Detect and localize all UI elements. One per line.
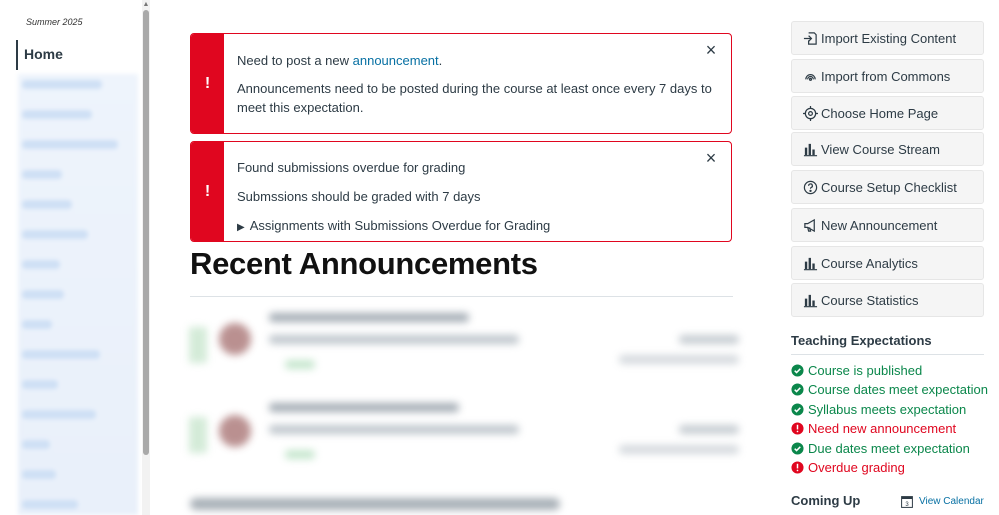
alert-line-1: Need to post a new announcement. — [237, 53, 443, 68]
exclamation-icon: ! — [191, 34, 224, 133]
view-course-stream-button[interactable]: View Course Stream — [791, 132, 984, 166]
import-existing-content-button[interactable]: Import Existing Content — [791, 21, 984, 55]
exclamation-icon: ! — [191, 142, 224, 241]
bar-chart-icon — [803, 294, 818, 307]
warning-circle-icon — [791, 461, 804, 474]
expectation-item: Course is published — [791, 363, 922, 378]
blurred-nav-items — [18, 74, 138, 515]
question-icon — [803, 180, 818, 194]
page-title: Recent Announcements — [190, 246, 538, 281]
blurred-announcement-item[interactable] — [189, 395, 746, 475]
blurred-announcement-item — [190, 498, 560, 510]
calendar-icon: 3 — [901, 496, 913, 508]
alert-overdue-grading: ! Found submissions overdue for grading … — [190, 141, 732, 242]
warning-circle-icon — [791, 422, 804, 435]
check-circle-icon — [791, 383, 804, 396]
scroll-up-arrow-icon[interactable]: ▲ — [142, 0, 150, 10]
alert-line-1: Found submissions overdue for grading — [237, 160, 466, 175]
expectation-item: Overdue grading — [791, 460, 905, 475]
alert-new-announcement: ! Need to post a new announcement. Annou… — [190, 33, 732, 134]
check-circle-icon — [791, 442, 804, 455]
choose-home-page-button[interactable]: Choose Home Page — [791, 96, 984, 130]
check-circle-icon — [791, 364, 804, 377]
close-icon[interactable]: × — [703, 41, 719, 59]
megaphone-icon — [804, 218, 815, 232]
check-circle-icon — [791, 403, 804, 416]
import-icon — [803, 31, 817, 45]
nav-item-home[interactable]: Home — [16, 40, 63, 70]
bar-chart-icon — [803, 143, 818, 156]
new-announcement-button[interactable]: New Announcement — [791, 208, 984, 242]
course-navigation: Summer 2025 Home ▲ — [0, 0, 150, 515]
commons-icon — [805, 73, 816, 81]
expectation-item: Course dates meet expectation — [791, 382, 988, 397]
course-statistics-button[interactable]: Course Statistics — [791, 283, 984, 317]
expectation-item: Due dates meet expectation — [791, 441, 970, 456]
course-setup-checklist-button[interactable]: Course Setup Checklist — [791, 170, 984, 204]
close-icon[interactable]: × — [703, 149, 719, 167]
alert-line-2: Submssions should be graded with 7 days — [237, 189, 481, 204]
nav-scrollbar-thumb[interactable] — [143, 10, 149, 455]
import-from-commons-button[interactable]: Import from Commons — [791, 59, 984, 93]
course-analytics-button[interactable]: Course Analytics — [791, 246, 984, 280]
alert-line-2: Announcements need to be posted during t… — [237, 81, 712, 96]
target-icon — [803, 105, 818, 121]
blurred-announcement-item[interactable] — [189, 305, 746, 385]
bar-chart-icon — [803, 257, 818, 270]
divider — [190, 296, 733, 297]
coming-up-title: Coming Up — [791, 493, 861, 508]
disclosure-triangle-icon: ▶ — [237, 222, 245, 233]
announcement-link[interactable]: announcement — [353, 53, 439, 68]
view-calendar-link[interactable]: 3 View Calendar — [901, 495, 984, 508]
overdue-assignments-disclosure[interactable]: ▶ Assignments with Submissions Overdue fo… — [237, 218, 550, 233]
alert-line-3: meet this expectation. — [237, 100, 364, 115]
term-label: Summer 2025 — [26, 17, 83, 27]
expectation-item: Syllabus meets expectation — [791, 402, 966, 417]
expectation-item: Need new announcement — [791, 421, 956, 436]
teaching-expectations-title: Teaching Expectations — [791, 333, 932, 348]
divider — [791, 354, 984, 355]
